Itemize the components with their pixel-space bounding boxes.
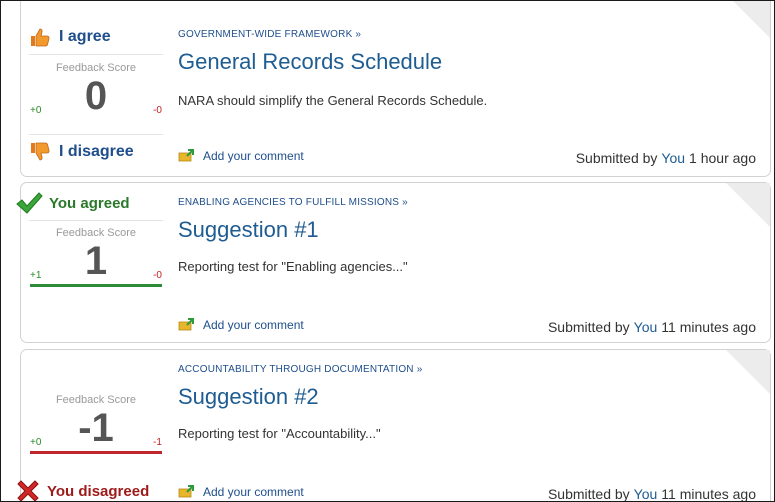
submitter-link[interactable]: You	[661, 150, 685, 166]
disagree-button[interactable]: I disagree	[29, 141, 134, 163]
disagree-label: I disagree	[59, 143, 134, 160]
vote-status-label: You disagreed	[47, 482, 150, 500]
comment-icon	[178, 485, 194, 498]
submitted-info: Submitted by You 11 minutes ago	[547, 486, 756, 502]
check-mark-icon	[16, 192, 43, 214]
submitted-prefix: Submitted by	[547, 319, 630, 335]
x-mark-icon	[17, 480, 39, 501]
suggestion-card: You agreed Feedback Score 1 +1 -0 ENABLI…	[16, 182, 771, 343]
down-votes: -1	[153, 437, 162, 448]
comment-icon	[178, 149, 194, 162]
page-curl	[726, 350, 770, 394]
submitted-time: 11 minutes ago	[661, 319, 756, 335]
vote-status: You disagreed	[15, 478, 150, 501]
submitted-time: 1 hour ago	[689, 150, 756, 166]
submitted-prefix: Submitted by	[575, 150, 658, 166]
score-bar	[30, 451, 162, 454]
submitted-prefix: Submitted by	[547, 486, 630, 502]
thumbs-down-icon	[31, 142, 50, 161]
suggestion-description: Reporting test for "Enabling agencies...…	[178, 259, 408, 274]
category-link[interactable]: GOVERNMENT-WIDE FRAMEWORK »	[178, 29, 361, 40]
score-value: -1	[78, 406, 114, 450]
suggestion-title[interactable]: Suggestion #1	[178, 217, 319, 243]
category-link[interactable]: ENABLING AGENCIES TO FULFILL MISSIONS »	[178, 197, 408, 208]
suggestion-title[interactable]: Suggestion #2	[178, 384, 319, 410]
divider	[29, 134, 163, 135]
feedback-score: Feedback Score 0 +0 -0	[29, 56, 163, 128]
add-comment-label: Add your comment	[203, 485, 304, 499]
down-votes: -0	[153, 270, 162, 281]
submitted-time: 11 minutes ago	[661, 486, 756, 502]
feedback-score: Feedback Score -1 +0 -1	[29, 388, 163, 460]
suggestion-description: NARA should simplify the General Records…	[178, 93, 488, 108]
comment-icon	[178, 318, 194, 331]
suggestion-card: Feedback Score -1 +0 -1 You disagreed AC…	[17, 349, 771, 502]
feedback-score: Feedback Score 1 +1 -0	[29, 221, 163, 293]
vote-status-label: You agreed	[49, 194, 130, 212]
suggestion-title[interactable]: General Records Schedule	[178, 49, 442, 75]
page-curl	[726, 183, 770, 227]
page-curl	[726, 1, 770, 38]
up-votes: +0	[30, 437, 42, 448]
thumbs-up-icon	[31, 28, 50, 47]
vote-status: You agreed	[15, 191, 130, 215]
suggestion-list: I agree Feedback Score 0 +0 -0 I disagre…	[0, 0, 775, 502]
submitted-info: Submitted by You 1 hour ago	[576, 150, 756, 166]
agree-button[interactable]: I agree	[29, 26, 111, 48]
up-votes: +0	[30, 105, 42, 116]
submitter-link[interactable]: You	[634, 486, 658, 501]
up-votes: +1	[30, 270, 42, 281]
add-comment-link[interactable]: Add your comment	[178, 149, 304, 163]
divider	[29, 54, 163, 55]
down-votes: -0	[153, 105, 162, 116]
add-comment-link[interactable]: Add your comment	[178, 318, 304, 332]
submitter-link[interactable]: You	[634, 319, 658, 335]
score-bar	[30, 284, 162, 287]
add-comment-link[interactable]: Add your comment	[178, 485, 304, 499]
submitted-info: Submitted by You 11 minutes ago	[548, 319, 756, 335]
add-comment-label: Add your comment	[203, 149, 304, 163]
score-value: 0	[84, 74, 108, 118]
suggestion-description: Reporting test for "Accountability..."	[178, 426, 381, 441]
agree-label: I agree	[59, 28, 111, 45]
add-comment-label: Add your comment	[203, 318, 304, 332]
category-link[interactable]: ACCOUNTABILITY THROUGH DOCUMENTATION »	[178, 364, 422, 375]
suggestion-card: I agree Feedback Score 0 +0 -0 I disagre…	[20, 1, 771, 177]
score-value: 1	[84, 239, 108, 283]
